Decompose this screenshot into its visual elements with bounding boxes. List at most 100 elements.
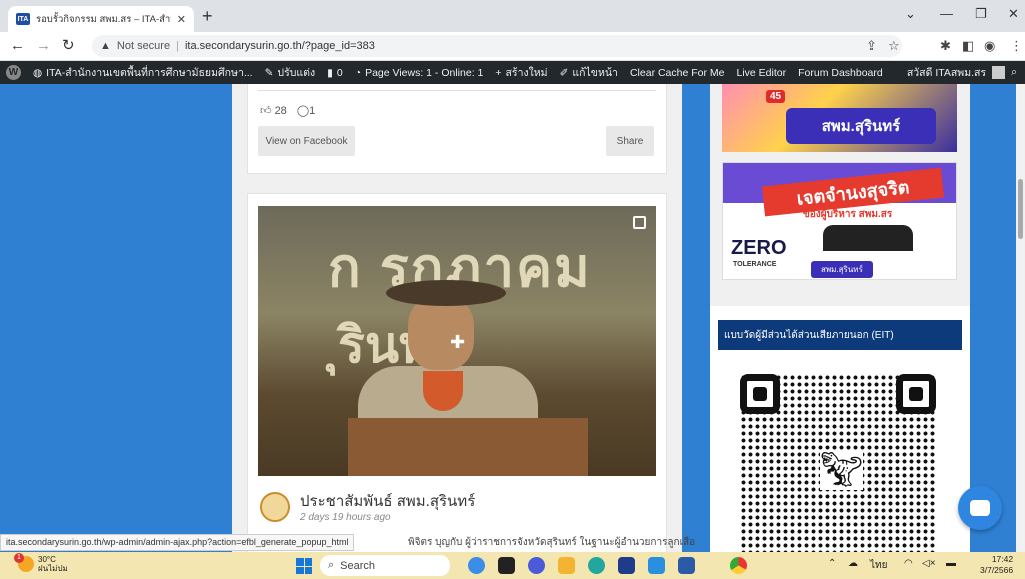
wp-admin-bar: W ◍ ITA-สำนักงานเขตพื้นที่การศึกษามัธยมศ… <box>0 61 1025 84</box>
volume-icon[interactable]: ◁× <box>922 558 936 569</box>
thumbs-up-icon: 👍︎ <box>260 105 272 117</box>
fb-post-card: 👍︎ 28 ◯1 View on Facebook Share <box>247 84 667 174</box>
comments: ◯1 <box>297 104 315 117</box>
wp-edit[interactable]: ✐ แก้ไขหน้า <box>554 64 624 81</box>
status-url: ita.secondarysurin.go.th/wp-admin/admin-… <box>0 534 355 551</box>
weather-widget[interactable]: 1 30°C ฝนไม่ปม <box>14 553 68 573</box>
people-silhouette <box>823 225 913 251</box>
share-icon[interactable]: ⇪ <box>866 39 877 53</box>
wifi-icon[interactable]: ◠ <box>904 558 913 569</box>
onedrive-icon[interactable]: ☁ <box>848 558 858 569</box>
windows-taskbar: 1 30°C ฝนไม่ปม ⌕ Search ⌃ ☁ ไทย ◠ ◁× ▬ 1… <box>0 552 1025 579</box>
task-view-icon[interactable] <box>498 557 515 574</box>
banner-pill: สพม.สุรินทร์ <box>811 261 873 278</box>
avatar <box>992 66 1006 79</box>
banner-integrity[interactable]: เจตจำนงสุจริต ของผู้บริหาร สพม.สร ZERO T… <box>722 162 957 280</box>
search-icon[interactable]: ⌕ <box>1011 66 1017 79</box>
word-icon[interactable] <box>678 557 695 574</box>
weather-sun-icon: 1 <box>14 553 34 572</box>
dashboard-icon: ◍ <box>33 66 43 79</box>
warning-icon: ▲ <box>100 40 111 52</box>
chat-app-icon[interactable] <box>528 557 545 574</box>
extensions-icon[interactable]: ✱ <box>940 39 951 53</box>
facebook-feed: 👍︎ 28 ◯1 View on Facebook Share ก รกฎาคม… <box>232 84 695 552</box>
wp-site-name[interactable]: ◍ ITA-สำนักงานเขตพื้นที่การศึกษามัธยมศึก… <box>27 64 259 81</box>
post-date: 2 days 19 hours ago <box>300 512 391 523</box>
banner-subtitle: ของผู้บริหาร สพม.สร <box>803 209 893 220</box>
bookmark-star-icon[interactable]: ☆ <box>888 39 900 53</box>
line-app-icon[interactable] <box>648 557 665 574</box>
edit-label: แก้ไขหน้า <box>572 67 618 79</box>
wp-clear-cache[interactable]: Clear Cache For Me <box>624 67 731 79</box>
tab-search-icon[interactable]: ⌄ <box>905 6 916 22</box>
page-views-label: Page Views: 1 - Online: 1 <box>365 66 484 79</box>
new-tab-icon[interactable]: + <box>202 6 213 26</box>
language-indicator[interactable]: ไทย <box>870 558 887 573</box>
chat-button[interactable] <box>958 486 1002 530</box>
weather-desc: ฝนไม่ปม <box>38 564 68 573</box>
chat-icon <box>970 500 990 516</box>
plus-icon: + <box>495 66 502 79</box>
store-icon[interactable] <box>618 557 635 574</box>
weather-temp: 30°C <box>38 555 56 564</box>
profile-icon[interactable]: ◉ <box>984 39 995 53</box>
sidepanel-icon[interactable]: ◧ <box>962 39 974 53</box>
wp-logo-item[interactable]: W <box>0 65 27 80</box>
gallery-icon[interactable] <box>633 216 646 229</box>
zero-logo: ZERO <box>731 237 787 259</box>
post-photo[interactable]: ก รกฎาคม ุรินทร์ ✚ <box>258 206 656 476</box>
scrollbar[interactable] <box>1016 84 1025 552</box>
notification-badge: 45 <box>766 90 786 103</box>
wordpress-icon: W <box>6 65 21 80</box>
wp-new[interactable]: + สร้างใหม่ <box>489 64 553 81</box>
system-clock[interactable]: 17:42 3/7/2566 <box>980 554 1013 576</box>
scrollbar-thumb[interactable] <box>1018 179 1023 239</box>
wp-account[interactable]: สวัสดี ITAสพม.สร ⌕ <box>907 61 1025 84</box>
bing-icon[interactable] <box>468 557 485 574</box>
reload-icon[interactable]: ↻ <box>62 37 75 55</box>
photo-scarf <box>423 371 463 411</box>
battery-icon[interactable]: ▬ <box>946 558 956 569</box>
search-icon: ⌕ <box>328 559 335 571</box>
minimize-icon[interactable]: — <box>940 6 953 21</box>
file-explorer-icon[interactable] <box>558 557 575 574</box>
divider <box>258 90 656 91</box>
page-name[interactable]: ประชาสัมพันธ์ สพม.สุรินทร์ <box>300 489 475 513</box>
tray-chevron-icon[interactable]: ⌃ <box>828 558 836 569</box>
windows-start-icon[interactable] <box>296 558 312 574</box>
banner-spm-surin[interactable]: 45 สพม.สุรินทร์ <box>722 84 957 152</box>
plus-icon[interactable]: ✚ <box>450 332 465 353</box>
brush-icon: ✎ <box>264 66 274 79</box>
sidebar: 45 สพม.สุรินทร์ เจตจำนงสุจริต ของผู้บริห… <box>710 84 970 552</box>
photo-podium <box>348 418 588 476</box>
pencil-icon: ✐ <box>559 66 569 79</box>
customize-label: ปรับแต่ง <box>277 67 316 79</box>
wp-customize[interactable]: ✎ ปรับแต่ง <box>259 64 322 81</box>
menu-icon[interactable]: ⋮ <box>1010 39 1023 53</box>
forward-icon[interactable]: → <box>36 37 51 55</box>
banner-label: สพม.สุรินทร์ <box>786 108 936 144</box>
wp-page-views[interactable]: ◔ Page Views: 1 - Online: 1 <box>349 67 490 79</box>
site-name-label: ITA-สำนักงานเขตพื้นที่การศึกษามัธยมศึกษา… <box>46 67 253 79</box>
chrome-icon[interactable] <box>730 557 747 574</box>
url-input[interactable]: ▲ Not secure | ita.secondarysurin.go.th/… <box>92 35 902 57</box>
eit-title: แบบวัดผู้มีส่วนได้ส่วนเสียภายนอก (EIT) <box>718 320 962 350</box>
clock-date: 3/7/2566 <box>980 565 1014 575</box>
close-window-icon[interactable]: ✕ <box>1008 6 1019 22</box>
tab-close-icon[interactable]: ✕ <box>177 13 186 26</box>
alert-badge: 1 <box>14 553 24 563</box>
chart-pie-icon: ◔ <box>354 66 362 79</box>
edge-icon[interactable] <box>588 557 605 574</box>
share-button[interactable]: Share <box>606 126 654 156</box>
browser-tab[interactable]: ITA รอบรั้วกิจกรรม สพม.สร – ITA-สำนัก ✕ <box>8 6 194 32</box>
restore-icon[interactable]: ❐ <box>975 6 987 22</box>
page-logo[interactable] <box>260 492 290 522</box>
wp-live-editor[interactable]: Live Editor <box>731 67 793 79</box>
wp-comments[interactable]: ▮ 0 <box>321 67 349 79</box>
view-on-facebook-button[interactable]: View on Facebook <box>258 126 355 156</box>
comments-count: 1 <box>309 105 316 117</box>
eit-qr-code[interactable]: 🦖︎ <box>740 374 936 552</box>
back-icon[interactable]: ← <box>10 37 25 55</box>
wp-forum-dashboard[interactable]: Forum Dashboard <box>792 67 889 79</box>
taskbar-search[interactable]: ⌕ Search <box>320 555 450 576</box>
